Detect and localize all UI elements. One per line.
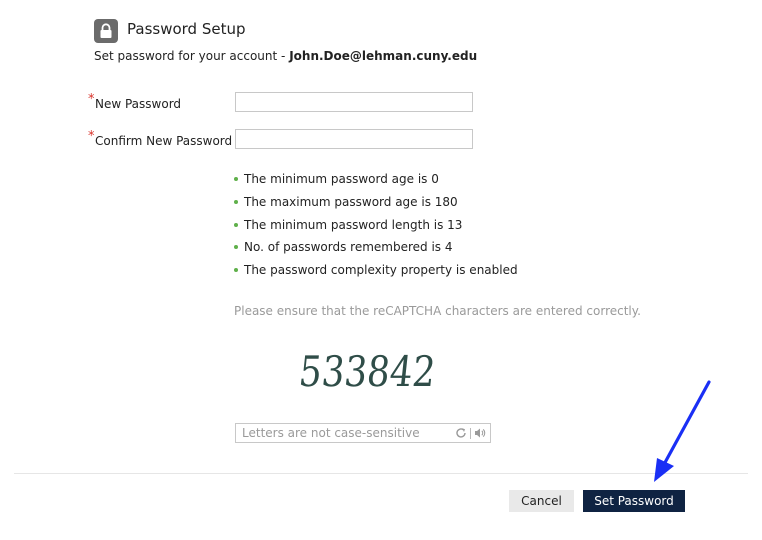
confirm-password-label: * Confirm New Password: [88, 129, 233, 148]
new-password-input[interactable]: [235, 92, 473, 112]
captcha-input[interactable]: [236, 424, 463, 442]
new-password-label-text: New Password: [95, 97, 182, 111]
list-item: No. of passwords remembered is 4: [234, 239, 518, 262]
list-item: The maximum password age is 180: [234, 194, 518, 217]
speaker-icon[interactable]: [474, 427, 486, 439]
cancel-button[interactable]: Cancel: [509, 490, 574, 512]
list-item: The password complexity property is enab…: [234, 262, 518, 285]
lock-icon: [94, 19, 118, 43]
annotation-arrow-icon: [654, 380, 711, 482]
bullet-icon: [234, 245, 238, 250]
footer-divider: [14, 473, 748, 474]
new-password-label: * New Password: [88, 92, 182, 111]
bullet-icon: [234, 222, 238, 227]
captcha-field: [235, 423, 491, 443]
account-subtitle: Set password for your account - John.Doe…: [94, 49, 477, 63]
tools-divider: [470, 427, 471, 439]
list-item: The minimum password length is 13: [234, 217, 518, 240]
confirm-password-label-text: Confirm New Password: [95, 134, 233, 148]
captcha-text: 533842: [297, 347, 436, 394]
captcha-image: 533842: [297, 347, 436, 394]
refresh-icon[interactable]: [455, 427, 467, 439]
bullet-icon: [234, 177, 238, 181]
rule-text: The password complexity property is enab…: [244, 263, 518, 277]
confirm-password-input[interactable]: [235, 129, 473, 149]
list-item: The minimum password age is 0: [234, 171, 518, 194]
password-rules-list: The minimum password age is 0 The maximu…: [234, 171, 518, 285]
bullet-icon: [234, 199, 238, 204]
subtitle-prefix: Set password for your account -: [94, 49, 290, 63]
account-email: John.Doe@lehman.cuny.edu: [289, 49, 478, 63]
rule-text: The maximum password age is 180: [244, 194, 458, 209]
required-mark: *: [88, 129, 95, 144]
bullet-icon: [234, 268, 238, 272]
rule-text: No. of passwords remembered is 4: [244, 240, 453, 255]
page-title: Password Setup: [127, 20, 246, 38]
rule-text: The minimum password age is 0: [244, 172, 439, 186]
required-mark: *: [88, 92, 95, 107]
set-password-button[interactable]: Set Password: [583, 490, 685, 512]
captcha-note: Please ensure that the reCAPTCHA charact…: [234, 304, 641, 318]
rule-text: The minimum password length is 13: [244, 217, 463, 232]
captcha-tools: [455, 426, 486, 440]
